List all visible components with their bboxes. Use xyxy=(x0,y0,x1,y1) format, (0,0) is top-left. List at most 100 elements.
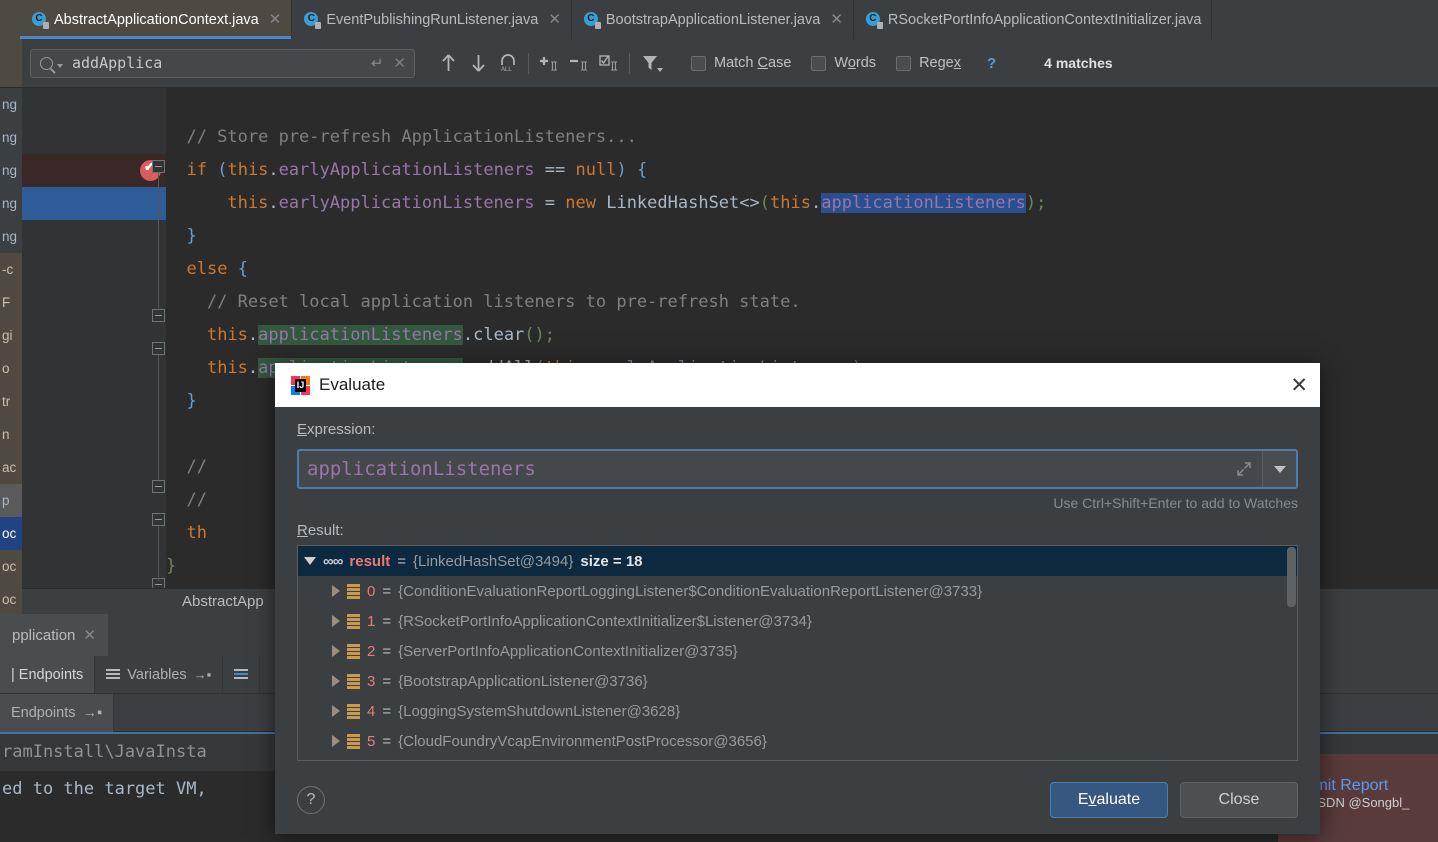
code-line-620: } xyxy=(166,556,177,576)
entry-index: 2 xyxy=(367,642,376,660)
triangle-right-icon[interactable] xyxy=(332,735,340,747)
search-input-value: addApplica xyxy=(72,54,163,72)
filter-icon[interactable] xyxy=(635,48,669,78)
result-root-size: size = 18 xyxy=(580,552,643,570)
project-row[interactable]: ng xyxy=(0,154,22,187)
result-tree-row[interactable]: 0 = {ConditionEvaluationReportLoggingLis… xyxy=(298,576,1297,606)
triangle-right-icon[interactable] xyxy=(332,585,340,597)
project-row[interactable]: oc xyxy=(0,550,22,583)
search-history-chevron-down-icon[interactable] xyxy=(57,63,63,68)
sub-tab-endpoints[interactable]: | Endpoints xyxy=(0,656,96,693)
sub-tab-variables[interactable]: Variables →▪ xyxy=(95,656,224,693)
select-all-occurrences-icon[interactable]: ALL xyxy=(493,48,523,78)
project-tree-strip[interactable]: ng ng ng ng ng -c F gi o tr n ac p oc oc… xyxy=(0,88,22,630)
project-row[interactable]: ng xyxy=(0,88,22,121)
result-tree-row[interactable]: 2 = {ServerPortInfoApplicationContextIni… xyxy=(298,636,1297,666)
java-class-icon: C xyxy=(865,11,883,29)
editor-tab-3[interactable]: C RSocketPortInfoApplicationContextIniti… xyxy=(854,0,1213,39)
regex-help-icon[interactable]: ? xyxy=(987,55,996,72)
code-line-608: if (this.earlyApplicationListeners == nu… xyxy=(186,160,648,180)
editor-tab-0[interactable]: C AbstractApplicationContext.java ✕ xyxy=(20,0,293,39)
entry-value: {BootstrapApplicationListener@3736} xyxy=(398,672,648,690)
result-tree-root-row[interactable]: ∞∞ result = {LinkedHashSet@3494} size = … xyxy=(298,546,1297,576)
project-row[interactable]: gi xyxy=(0,319,22,352)
regex-checkbox[interactable]: Regex xyxy=(896,55,961,71)
find-toolbar: addApplica ↵ ✕ ALL Match Case Words Rege… xyxy=(0,39,1438,88)
arrow-down-icon[interactable] xyxy=(463,48,493,78)
pin-tab-icon[interactable]: →▪ xyxy=(194,667,212,682)
result-tree-row[interactable]: 5 = {CloudFoundryVcapEnvironmentPostProc… xyxy=(298,726,1297,756)
arrow-up-icon[interactable] xyxy=(433,48,463,78)
list-entry-icon xyxy=(347,674,360,689)
code-line-609: this.earlyApplicationListeners = new Lin… xyxy=(227,193,1047,213)
project-row[interactable]: p xyxy=(0,484,22,517)
result-tree-row[interactable]: 3 = {BootstrapApplicationListener@3736} xyxy=(298,666,1297,696)
entry-index: 1 xyxy=(367,612,376,630)
project-row[interactable]: n xyxy=(0,418,22,451)
result-tree[interactable]: ∞∞ result = {LinkedHashSet@3494} size = … xyxy=(297,545,1298,761)
run-tab-close-icon[interactable]: ✕ xyxy=(83,626,96,644)
editor-tab-2-label: BootstrapApplicationListener.java xyxy=(605,11,821,28)
project-row[interactable]: tr xyxy=(0,385,22,418)
result-tree-row[interactable]: 4 = {LoggingSystemShutdownListener@3628} xyxy=(298,696,1297,726)
dialog-title-bar[interactable]: IJ Evaluate ✕ xyxy=(275,363,1320,407)
project-row[interactable]: o xyxy=(0,352,22,385)
select-all-icon[interactable] xyxy=(594,48,624,78)
words-checkbox[interactable]: Words xyxy=(811,55,876,71)
search-icon xyxy=(40,56,53,70)
list-entry-icon xyxy=(347,704,360,719)
sub-tab2-endpoints[interactable]: Endpoints →▪ xyxy=(0,694,115,732)
search-input[interactable]: addApplica ↵ ✕ xyxy=(30,48,415,78)
lightbulb-icon[interactable] xyxy=(269,451,283,473)
regex-label: Regex xyxy=(919,55,961,71)
expression-input[interactable]: applicationListeners xyxy=(297,449,1298,489)
project-row[interactable]: F xyxy=(0,286,22,319)
code-line-613: this.applicationListeners.clear(); xyxy=(206,325,556,345)
project-row[interactable]: ng xyxy=(0,187,22,220)
entry-value: {ConditionEvaluationReportLoggingListene… xyxy=(398,582,983,600)
project-row[interactable]: -c xyxy=(0,253,22,286)
triangle-down-icon[interactable] xyxy=(304,557,316,565)
editor-tab-0-close-icon[interactable]: ✕ xyxy=(265,12,282,27)
entry-value: {CloudFoundryVcapEnvironmentPostProcesso… xyxy=(398,732,767,750)
project-row[interactable]: ac xyxy=(0,451,22,484)
findbar-left-strip xyxy=(0,39,22,87)
sub-tab2-endpoints-label: Endpoints xyxy=(11,705,76,721)
triangle-right-icon[interactable] xyxy=(332,645,340,657)
project-row-selected[interactable]: oc xyxy=(0,517,22,550)
editor-tab-1[interactable]: C EventPublishingRunListener.java ✕ xyxy=(292,0,572,39)
triangle-right-icon[interactable] xyxy=(332,705,340,717)
editor-tab-2-close-icon[interactable]: ✕ xyxy=(826,12,843,27)
sub-tab-console[interactable] xyxy=(223,656,261,693)
project-row[interactable]: ng xyxy=(0,220,22,253)
project-row[interactable]: ng xyxy=(0,121,22,154)
code-line-617: // xyxy=(186,457,207,477)
clear-icon[interactable]: ✕ xyxy=(387,54,406,72)
result-tree-row[interactable]: 1 = {RSocketPortInfoApplicationContextIn… xyxy=(298,606,1297,636)
remove-selection-icon[interactable] xyxy=(564,48,594,78)
add-selection-icon[interactable] xyxy=(534,48,564,78)
variables-icon xyxy=(106,669,121,680)
entry-index: 3 xyxy=(367,672,376,690)
close-icon[interactable]: ✕ xyxy=(1290,375,1308,396)
editor-tab-2[interactable]: C BootstrapApplicationListener.java ✕ xyxy=(572,0,854,39)
match-case-label: Match Case xyxy=(714,55,792,71)
code-line-612: // Reset local application listeners to … xyxy=(206,292,801,312)
triangle-right-icon[interactable] xyxy=(332,615,340,627)
match-case-checkbox[interactable]: Match Case xyxy=(691,55,791,71)
result-tree-scrollbar[interactable] xyxy=(1287,547,1296,607)
project-row[interactable]: oc xyxy=(0,583,22,616)
evaluate-button[interactable]: Ev aluate xyxy=(1050,782,1168,818)
triangle-right-icon[interactable] xyxy=(332,675,340,687)
expand-editor-icon[interactable] xyxy=(1226,451,1262,487)
close-button[interactable]: Close xyxy=(1180,782,1298,818)
evaluate-dialog[interactable]: IJ Evaluate ✕ Expression: applicationLis… xyxy=(275,363,1320,834)
breadcrumb-label: AbstractApp xyxy=(182,593,264,610)
editor-tab-1-close-icon[interactable]: ✕ xyxy=(544,12,561,27)
run-tab-application[interactable]: pplication ✕ xyxy=(0,614,108,656)
java-class-icon: C xyxy=(304,11,322,29)
equals-sign: = xyxy=(382,582,392,600)
chevron-down-icon[interactable] xyxy=(1262,451,1296,487)
pin-tab-icon[interactable]: →▪ xyxy=(83,705,103,721)
help-button[interactable]: ? xyxy=(297,786,325,814)
